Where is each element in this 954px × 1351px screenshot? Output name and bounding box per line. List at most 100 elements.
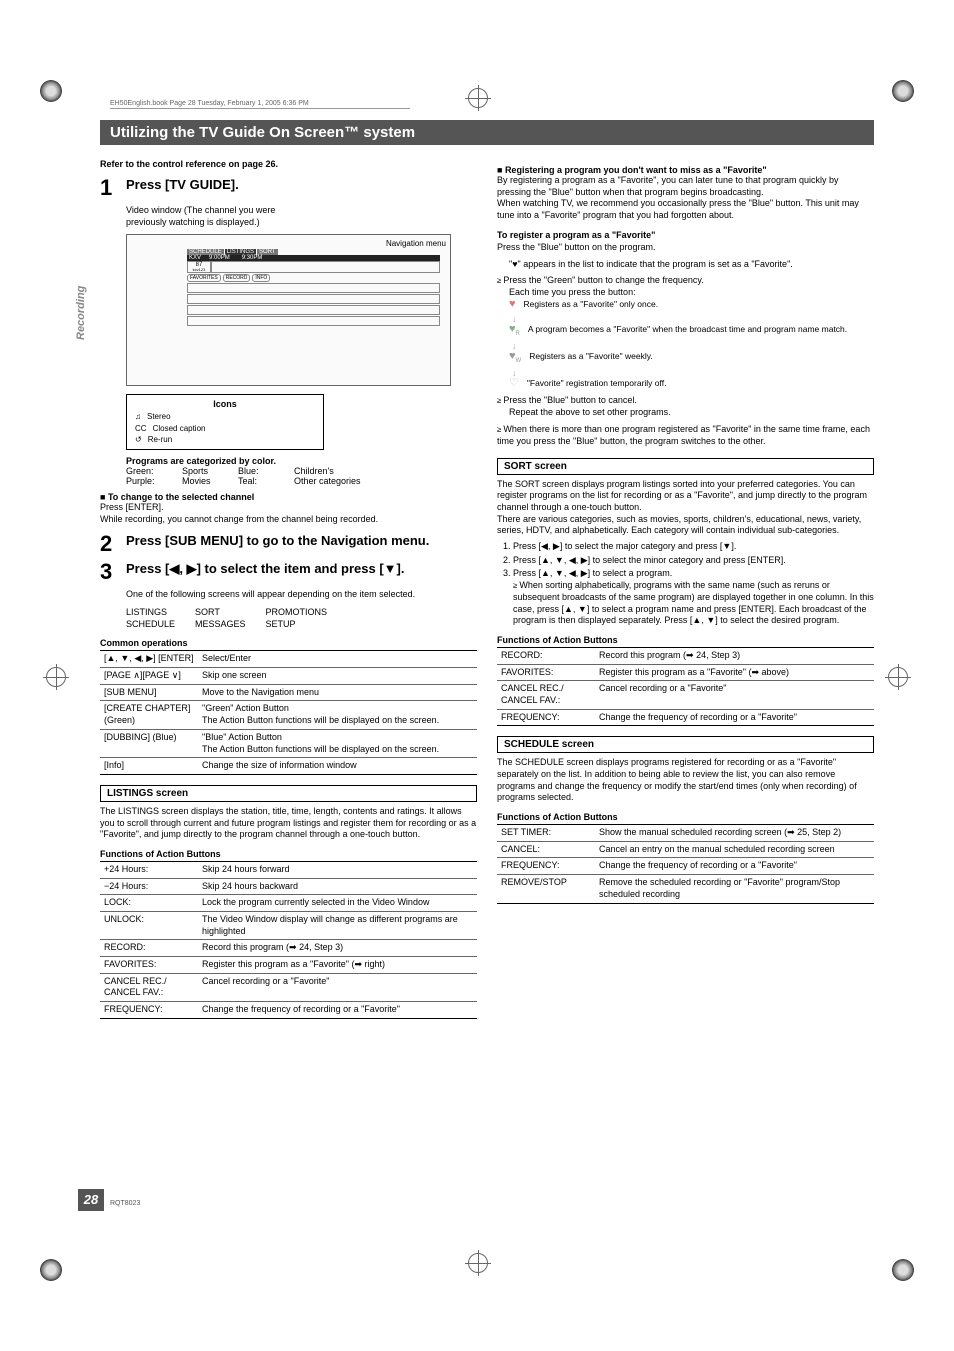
section-tab: Recording <box>75 286 87 340</box>
op-desc: Cancel recording or a "Favorite" <box>595 681 874 709</box>
op-key: CANCEL REC./ CANCEL FAV.: <box>100 973 198 1001</box>
op-desc: Register this program as a "Favorite" (➡… <box>198 957 477 974</box>
page-title: Utilizing the TV Guide On Screen™ system <box>100 120 874 145</box>
step-number: 1 <box>100 177 118 199</box>
schedule-table: SET TIMER:Show the manual scheduled reco… <box>497 824 874 903</box>
text: Press [▲, ▼, ◀, ▶] to select a program. <box>513 568 672 578</box>
op-key: [Info] <box>100 758 198 775</box>
op-desc: Remove the scheduled recording or "Favor… <box>595 875 874 903</box>
heart-icon: ♥ <box>509 299 516 310</box>
op-key: [DUBBING] (Blue) <box>100 729 198 757</box>
op-key: FAVORITES: <box>497 664 595 681</box>
favorite-flow: ♥Registers as a "Favorite" only once. ↓ … <box>509 299 874 389</box>
text: Each time you press the button: <box>509 287 874 299</box>
op-desc: Cancel recording or a "Favorite" <box>198 973 477 1001</box>
heart-r-icon: ♥R <box>509 324 520 337</box>
crop-mark-icon <box>892 1259 914 1281</box>
op-key: FREQUENCY: <box>100 1002 198 1019</box>
op-key: RECORD: <box>497 647 595 664</box>
rerun-label: Re-run <box>148 434 172 445</box>
screen-name: SORT <box>195 607 246 619</box>
screen-name: SETUP <box>266 619 328 631</box>
pill-record: RECORD <box>223 274 251 282</box>
text: Press the "Blue" button on the program. <box>497 242 874 254</box>
registration-mark-icon <box>46 667 66 687</box>
down-arrow-icon: ↓ <box>512 341 874 351</box>
crop-mark-icon <box>40 1259 62 1281</box>
crop-mark-icon <box>892 80 914 102</box>
reference-line: Refer to the control reference on page 2… <box>100 159 477 169</box>
text: Press [ENTER]. <box>100 502 477 514</box>
pill-favorites: FAVORITES <box>187 274 221 282</box>
cat-value: Other categories <box>294 476 361 486</box>
down-arrow-icon: ↓ <box>512 314 874 324</box>
list-item: Press [▲, ▼, ◀, ▶] to select the minor c… <box>513 555 874 567</box>
stereo-icon: ♫ <box>135 411 141 422</box>
screen-name: PROMOTIONS <box>266 607 328 619</box>
op-key: FAVORITES: <box>100 957 198 974</box>
listings-heading: LISTINGS screen <box>100 785 477 802</box>
down-arrow-icon: ↓ <box>512 368 874 378</box>
registration-mark-icon <box>468 1253 488 1273</box>
sort-heading: SORT screen <box>497 458 874 475</box>
video-window-caption: Video window (The channel you were previ… <box>126 205 286 228</box>
common-ops-title: Common operations <box>100 638 477 648</box>
op-desc: Move to the Navigation menu <box>198 684 477 701</box>
op-key: [PAGE ∧][PAGE ∨] <box>100 668 198 685</box>
sort-table: RECORD:Record this program (➡ 24, Step 3… <box>497 647 874 726</box>
screen-name: LISTINGS <box>126 607 175 619</box>
pill-info: INFO <box>252 274 270 282</box>
op-desc: The Video Window display will change as … <box>198 912 477 940</box>
cat-label: Green: <box>126 466 176 476</box>
op-key: FREQUENCY: <box>497 709 595 726</box>
sub-heading: To change to the selected channel <box>100 492 477 502</box>
screen-name: MESSAGES <box>195 619 246 631</box>
step-heading: Press [SUB MENU] to go to the Navigation… <box>126 533 429 550</box>
stereo-label: Stereo <box>147 411 171 422</box>
rerun-icon: ↺ <box>135 434 142 445</box>
cat-value: Sports <box>182 466 232 476</box>
text: A program becomes a "Favorite" when the … <box>528 324 847 334</box>
op-desc: Select/Enter <box>198 651 477 668</box>
crop-mark-icon <box>40 80 62 102</box>
cat-value: Movies <box>182 476 232 486</box>
step-heading: Press [TV GUIDE]. <box>126 177 239 194</box>
op-desc: Show the manual scheduled recording scre… <box>595 825 874 842</box>
heart-off-icon: ♡ <box>509 378 519 389</box>
cat-value: Children's <box>294 466 334 476</box>
list-item: Press [▲, ▼, ◀, ▶] to select a program. … <box>513 568 874 626</box>
text: Registers as a "Favorite" weekly. <box>529 351 653 361</box>
action-buttons-title: Functions of Action Buttons <box>100 849 477 859</box>
text: "♥" appears in the list to indicate that… <box>509 259 874 271</box>
op-desc: Skip 24 hours forward <box>198 861 477 878</box>
op-desc: "Green" Action Button The Action Button … <box>198 701 477 729</box>
heart-w-icon: ♥W <box>509 351 521 364</box>
book-header: EH50English.book Page 28 Tuesday, Februa… <box>110 100 410 109</box>
op-key: RECORD: <box>100 940 198 957</box>
text: When watching TV, we recommend you occas… <box>497 198 874 221</box>
register-title: To register a program as a "Favorite" <box>497 230 874 240</box>
bullet-text: When there is more than one program regi… <box>497 424 874 447</box>
op-desc: "Blue" Action Button The Action Button f… <box>198 729 477 757</box>
text: By registering a program as a "Favorite"… <box>497 175 874 198</box>
category-title: Programs are categorized by color. <box>126 456 477 466</box>
doc-code: RQT8023 <box>110 1200 140 1207</box>
page-number: 28 <box>78 1189 104 1211</box>
schedule-heading: SCHEDULE screen <box>497 736 874 753</box>
step-heading: Press [◀, ▶] to select the item and pres… <box>126 561 405 578</box>
cat-label: Teal: <box>238 476 288 486</box>
op-desc: Change the frequency of recording or a "… <box>198 1002 477 1019</box>
op-key: REMOVE/STOP <box>497 875 595 903</box>
bullet-text: When sorting alphabetically, programs wi… <box>513 580 874 627</box>
step-number: 3 <box>100 561 118 583</box>
op-key: −24 Hours: <box>100 878 198 895</box>
channel-sub: kxv123 <box>188 268 210 272</box>
op-key: SET TIMER: <box>497 825 595 842</box>
right-column: Registering a program you don't want to … <box>497 159 874 1019</box>
text: Repeat the above to set other programs. <box>509 407 874 419</box>
text: The LISTINGS screen displays the station… <box>100 806 477 841</box>
op-desc: Change the size of information window <box>198 758 477 775</box>
op-desc: Record this program (➡ 24, Step 3) <box>595 647 874 664</box>
op-desc: Change the frequency of recording or a "… <box>595 858 874 875</box>
action-buttons-title: Functions of Action Buttons <box>497 812 874 822</box>
